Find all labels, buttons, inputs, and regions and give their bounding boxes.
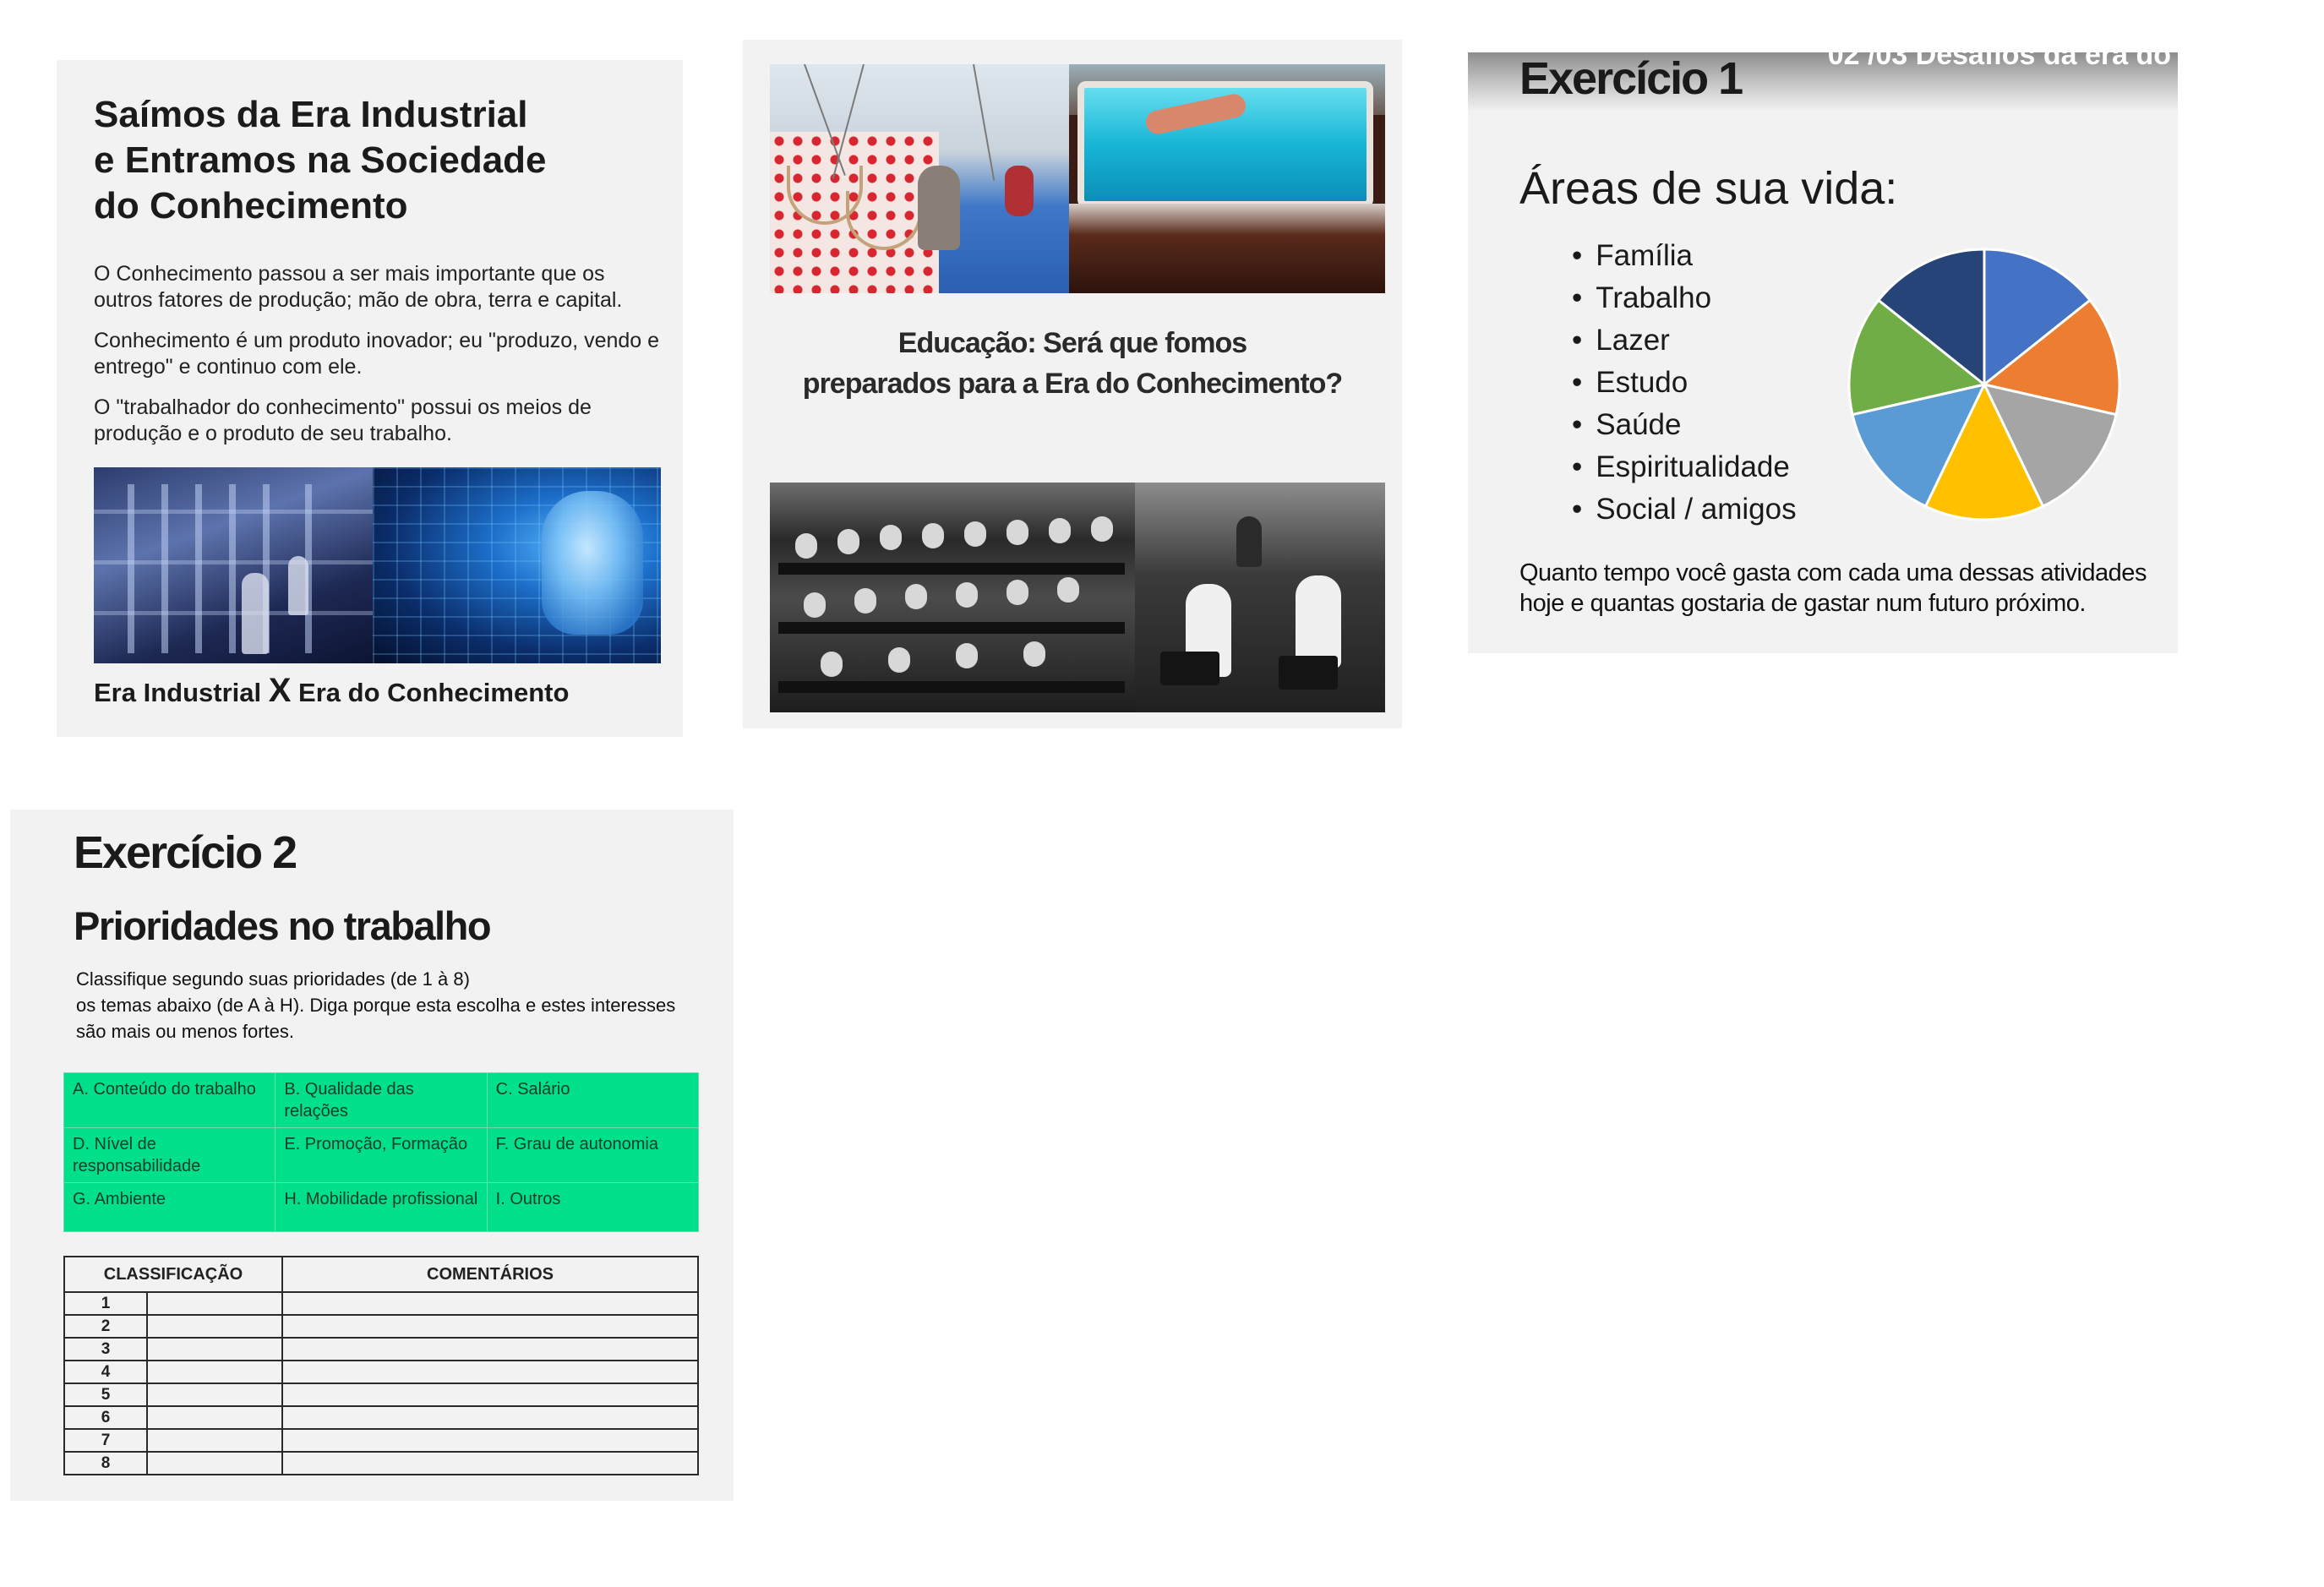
list-item: Estudo: [1572, 362, 1797, 404]
rank-input-cell[interactable]: [146, 1337, 283, 1361]
list-item: Espiritualidade: [1572, 446, 1797, 488]
topic-cell: A. Conteúdo do trabalho: [63, 1072, 276, 1128]
comment-input-cell[interactable]: [281, 1337, 699, 1361]
table-row: 6: [63, 1405, 699, 1430]
slide2-title: Educação: Será que fomos preparados para…: [802, 327, 1343, 400]
topics-table: A. Conteúdo do trabalho B. Qualidade das…: [63, 1072, 700, 1232]
ranking-table: CLASSIFICAÇÃO COMENTÁRIOS 1 2 3 4 5 6 7 …: [63, 1256, 699, 1475]
comment-input-cell[interactable]: [281, 1291, 699, 1316]
topic-cell: D. Nível de responsabilidade: [63, 1127, 276, 1183]
slide-education: Educação: Será que fomos preparados para…: [743, 40, 1402, 728]
comment-input-cell[interactable]: [281, 1382, 699, 1407]
old-office-photo: [1135, 483, 1385, 712]
table-row: 4: [63, 1360, 699, 1384]
slide1-paragraph-3: O "trabalhador do conhecimento" possui o…: [94, 395, 592, 445]
factory-photo: [94, 467, 373, 663]
exercise-1-title: Exercício 1: [1519, 53, 1743, 104]
slide-industrial-to-knowledge: Saímos da Era Industrial e Entramos na S…: [57, 60, 683, 737]
old-classroom-photo: [770, 483, 1135, 712]
topic-cell: I. Outros: [486, 1182, 700, 1232]
comment-input-cell[interactable]: [281, 1360, 699, 1384]
slide1-caption: Era Industrial X Era do Conhecimento: [94, 672, 570, 709]
rank-input-cell[interactable]: [146, 1291, 283, 1316]
list-item: Trabalho: [1572, 277, 1797, 319]
list-item: Família: [1572, 235, 1797, 277]
slide1-paragraph-2: Conhecimento é um produto inovador; eu "…: [94, 329, 660, 379]
list-item: Lazer: [1572, 319, 1797, 362]
table-row: 3: [63, 1337, 699, 1361]
table-row: 8: [63, 1451, 699, 1475]
rank-header-classification: CLASSIFICAÇÃO: [63, 1256, 283, 1293]
rank-input-cell[interactable]: [146, 1382, 283, 1407]
slide-exercise-2: Exercício 2 Prioridades no trabalho Clas…: [10, 810, 734, 1501]
slide1-paragraph-1: O Conhecimento passou a ser mais importa…: [94, 262, 623, 312]
swimming-pool-photo: [1069, 64, 1385, 293]
life-areas-list: Família Trabalho Lazer Estudo Saúde Espi…: [1572, 235, 1797, 531]
comment-input-cell[interactable]: [281, 1451, 699, 1475]
topic-cell: C. Salário: [486, 1072, 700, 1128]
modern-office-photo: [770, 64, 1069, 293]
rank-input-cell[interactable]: [146, 1405, 283, 1430]
table-row: 5: [63, 1382, 699, 1407]
exercise-2-subtitle: Prioridades no trabalho: [74, 903, 492, 948]
topic-cell: B. Qualidade das relações: [275, 1072, 488, 1128]
exercise-2-instructions: Classifique segundo suas prioridades (de…: [76, 968, 676, 1042]
table-row: 1: [63, 1291, 699, 1316]
exercise-1-subtitle: Áreas de sua vida:: [1519, 163, 1898, 214]
rank-input-cell[interactable]: [146, 1360, 283, 1384]
rank-header-comments: COMENTÁRIOS: [281, 1256, 699, 1293]
life-areas-pie-chart: [1847, 248, 2121, 521]
section-header: 02 /03 Desafios da era do: [1827, 52, 2171, 71]
topic-cell: F. Grau de autonomia: [486, 1127, 700, 1183]
rank-input-cell[interactable]: [146, 1451, 283, 1475]
rank-input-cell[interactable]: [146, 1314, 283, 1339]
comment-input-cell[interactable]: [281, 1314, 699, 1339]
list-item: Saúde: [1572, 404, 1797, 446]
rank-input-cell[interactable]: [146, 1428, 283, 1453]
topic-cell: E. Promoção, Formação: [275, 1127, 488, 1183]
list-item: Social / amigos: [1572, 488, 1796, 531]
slide-exercise-1: 02 /03 Desafios da era do Exercício 1 Ár…: [1468, 52, 2178, 653]
comment-input-cell[interactable]: [281, 1405, 699, 1430]
table-row: 7: [63, 1428, 699, 1453]
table-row: 2: [63, 1314, 699, 1339]
digital-head-photo: [373, 467, 661, 663]
industrial-vs-digital-image: [94, 467, 661, 663]
topic-cell: G. Ambiente: [63, 1182, 276, 1232]
slide1-title: Saímos da Era Industrial e Entramos na S…: [94, 94, 547, 226]
exercise-2-title: Exercício 2: [74, 827, 297, 878]
topic-cell: H. Mobilidade profissional: [275, 1182, 488, 1232]
exercise-1-question: Quanto tempo você gasta com cada uma des…: [1519, 559, 2147, 617]
comment-input-cell[interactable]: [281, 1428, 699, 1453]
